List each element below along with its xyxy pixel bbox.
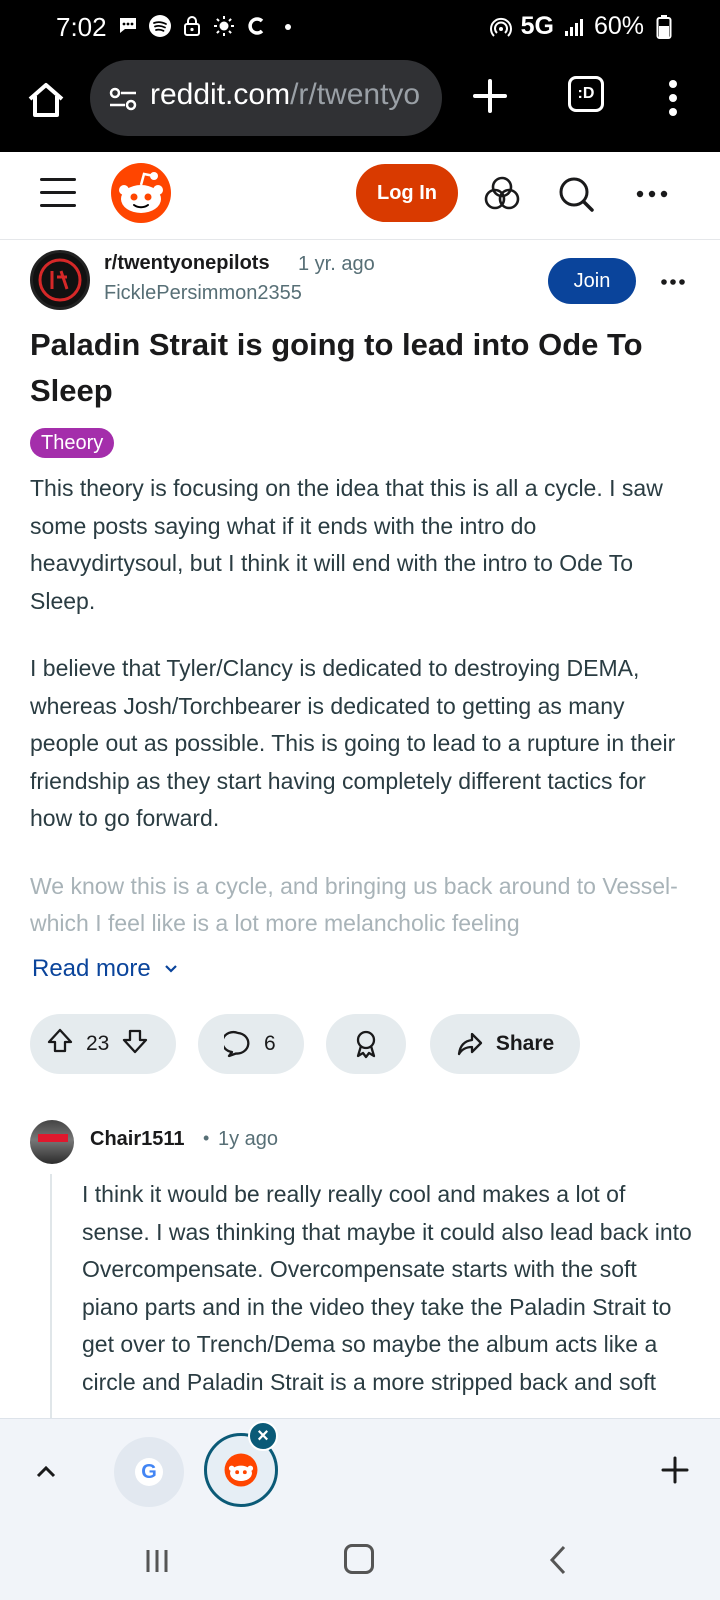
expand-tabs-button[interactable] <box>34 1461 58 1481</box>
reddit-snoo-icon <box>111 163 171 223</box>
post-paragraph-faded: We know this is a cycle, and bringing us… <box>30 872 678 937</box>
home-icon <box>28 83 64 117</box>
post-author[interactable]: FicklePersimmon2355 <box>104 282 302 305</box>
battery-icon <box>652 14 676 39</box>
reddit-header: Log In <box>0 152 720 240</box>
reddit-logo[interactable] <box>110 162 172 224</box>
post-flair[interactable]: Theory <box>30 428 115 458</box>
reddit-snoo-icon <box>224 1453 258 1487</box>
subreddit-avatar[interactable] <box>30 250 90 310</box>
read-more-link[interactable]: Read more <box>32 955 179 983</box>
spotify-icon <box>148 14 172 38</box>
twenty-one-pilots-logo-icon <box>38 258 82 302</box>
system-nav-bar <box>0 1528 720 1600</box>
post-paragraph: This theory is focusing on the idea that… <box>30 475 663 614</box>
comment-body: I think it would be really really cool a… <box>82 1181 692 1395</box>
recents-icon <box>146 1550 168 1572</box>
advertise-button[interactable] <box>482 174 522 214</box>
home-nav-button[interactable] <box>344 1544 374 1574</box>
recent-apps-button[interactable] <box>142 1546 172 1576</box>
comment-author-avatar[interactable] <box>30 1120 74 1164</box>
award-icon <box>356 1030 376 1059</box>
post-title[interactable]: Paladin Strait is going to lead into Ode… <box>30 322 690 414</box>
more-options-button[interactable] <box>632 174 672 214</box>
horizontal-dots-icon <box>636 190 668 198</box>
address-bar[interactable]: reddit.com/r/twentyo <box>90 60 442 136</box>
plus-icon <box>661 1456 689 1484</box>
tab-switcher-button[interactable]: :D <box>568 76 604 112</box>
comments-button[interactable]: 6 <box>198 1014 304 1074</box>
subreddit-name[interactable]: r/twentyonepilots <box>104 252 270 275</box>
meta-separator: • <box>203 1128 210 1148</box>
vote-count: 23 <box>86 1032 110 1055</box>
downvote-button[interactable] <box>121 1027 149 1061</box>
share-arrow-icon <box>457 1032 482 1056</box>
url-path: /r/twentyo <box>290 78 421 111</box>
back-button[interactable] <box>548 1544 568 1576</box>
chevron-down-icon <box>164 965 177 973</box>
share-button[interactable]: Share <box>430 1014 580 1074</box>
comment-bubble-icon <box>224 1030 250 1058</box>
c-app-icon <box>244 14 268 38</box>
share-label: Share <box>495 1032 555 1055</box>
tab-strip: G × <box>0 1418 720 1528</box>
comment-thread-line[interactable] <box>50 1174 52 1424</box>
brightness-icon <box>212 14 236 38</box>
lock-icon <box>180 14 204 38</box>
browser-menu-button[interactable] <box>666 78 680 118</box>
comment-author[interactable]: Chair1511 <box>90 1128 185 1151</box>
vertical-dots-icon <box>669 80 677 116</box>
hamburger-menu-icon[interactable] <box>40 178 76 208</box>
status-indicators: 5G 60% <box>489 12 676 41</box>
comment-age: 1y ago <box>218 1128 279 1150</box>
notification-icons <box>116 14 300 38</box>
more-notifications-dot-icon <box>276 14 300 38</box>
chevron-up-icon <box>36 1465 56 1478</box>
network-type: 5G <box>520 12 554 40</box>
google-tab[interactable]: G <box>114 1437 184 1507</box>
back-chevron-icon <box>549 1545 566 1575</box>
battery-percent: 60% <box>593 12 644 40</box>
message-icon <box>116 14 140 38</box>
read-more-label: Read more <box>32 955 151 982</box>
horizontal-dots-icon <box>661 279 685 285</box>
new-tab-button[interactable] <box>470 76 510 116</box>
post-more-options-button[interactable] <box>660 268 686 296</box>
close-tab-icon[interactable]: × <box>248 1421 278 1451</box>
join-button[interactable]: Join <box>548 258 636 304</box>
post-age: 1 yr. ago <box>298 253 375 275</box>
search-icon <box>559 177 594 212</box>
upvote-button[interactable] <box>46 1027 74 1061</box>
plus-icon <box>473 79 507 113</box>
downvote-arrow-icon <box>123 1029 148 1054</box>
community-circles-icon <box>484 176 520 210</box>
google-icon: G <box>135 1458 163 1486</box>
hotspot-icon <box>489 15 513 39</box>
vote-group: 23 <box>30 1014 176 1074</box>
post-body: This theory is focusing on the idea that… <box>30 470 694 973</box>
browser-toolbar: reddit.com/r/twentyo :D <box>0 52 720 152</box>
comment-count: 6 <box>264 1032 276 1055</box>
login-button[interactable]: Log In <box>356 164 458 222</box>
search-button[interactable] <box>556 174 596 214</box>
url-domain: reddit.com <box>150 78 291 111</box>
post-paragraph: I believe that Tyler/Clancy is dedicated… <box>30 655 676 831</box>
url-text: reddit.com/r/twentyo <box>150 78 420 112</box>
site-settings-icon[interactable] <box>108 86 138 112</box>
home-button[interactable] <box>24 78 68 122</box>
status-time: 7:02 <box>56 12 107 42</box>
status-bar: 7:02 5G 60% <box>0 0 720 52</box>
signal-icon <box>562 15 586 39</box>
add-tab-button[interactable] <box>660 1455 690 1485</box>
upvote-arrow-icon <box>47 1028 73 1053</box>
award-button[interactable] <box>326 1014 406 1074</box>
